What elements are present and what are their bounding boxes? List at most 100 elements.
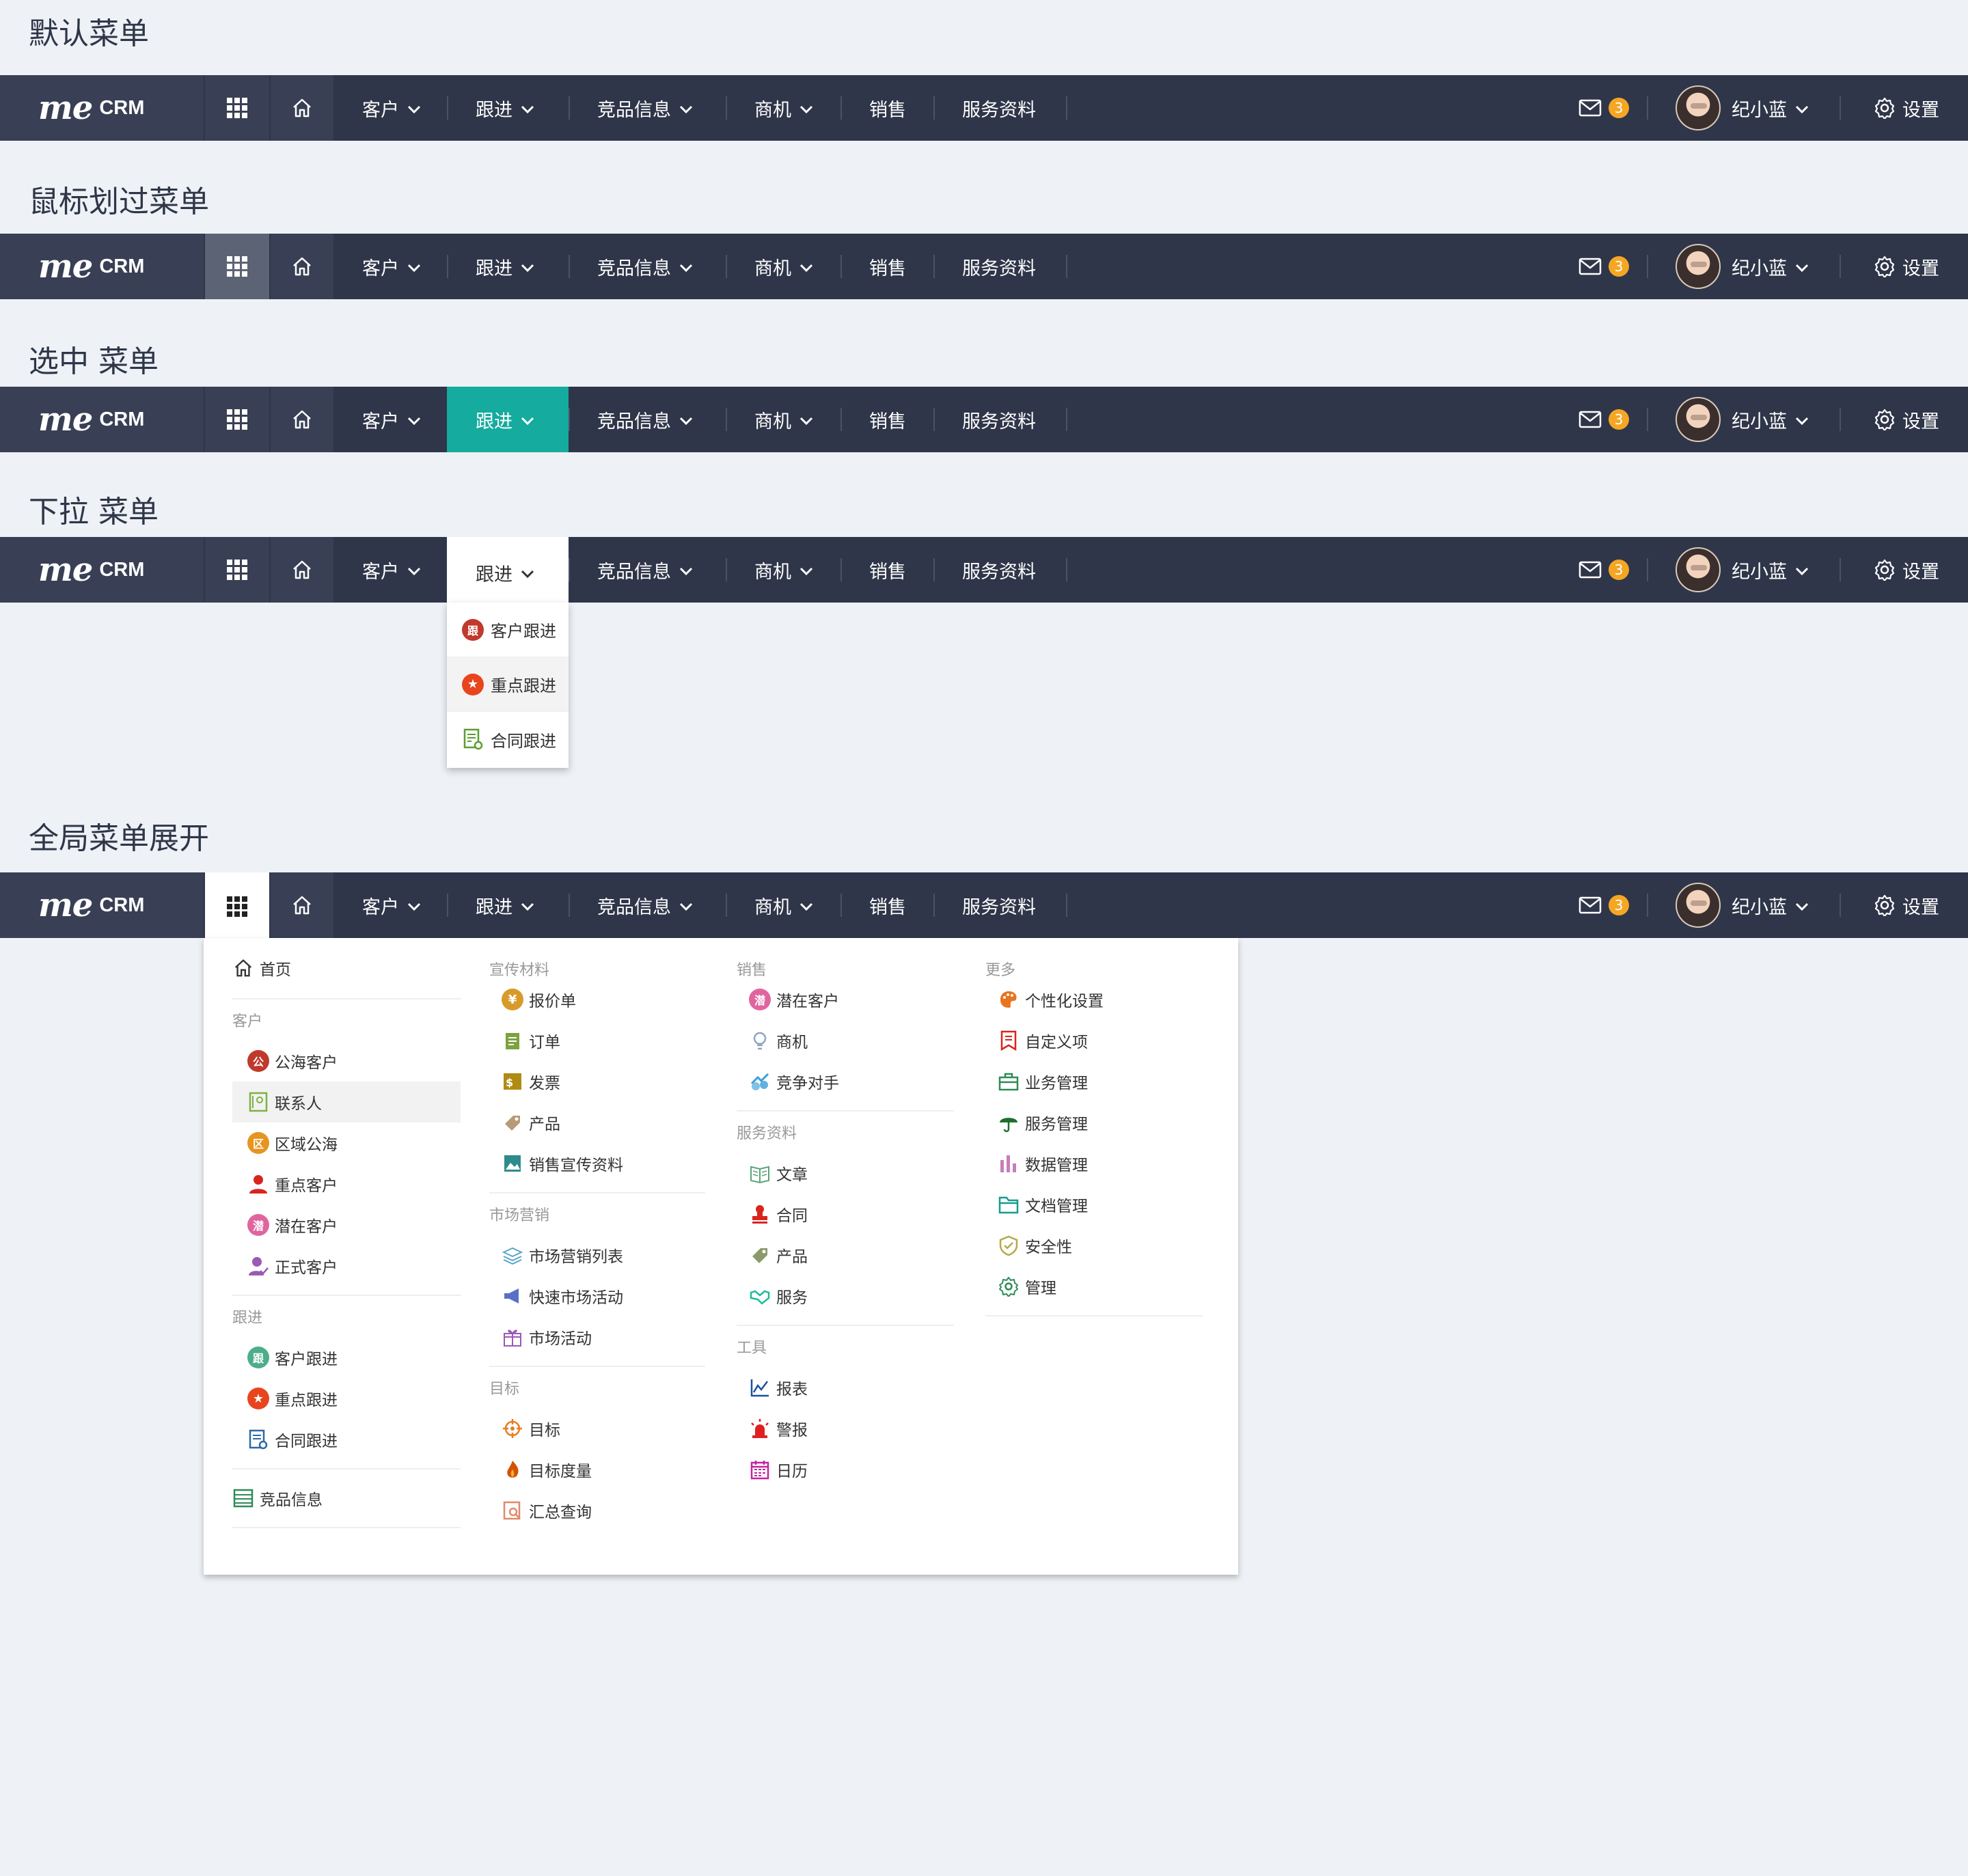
mega-menu-item[interactable]: 联系人: [232, 1081, 461, 1122]
mega-menu-item[interactable]: 快速市场活动: [489, 1275, 705, 1316]
mega-menu-item[interactable]: 订单: [489, 1020, 705, 1061]
dropdown-item-contract-follow[interactable]: 合同跟进: [447, 712, 569, 767]
logo[interactable]: me CRM: [0, 234, 204, 299]
mail-button[interactable]: 3: [1578, 537, 1629, 603]
mega-menu-item[interactable]: 潜潜在客户: [232, 1204, 461, 1245]
mega-menu-item[interactable]: 合同跟进: [232, 1419, 461, 1460]
home-button[interactable]: [269, 387, 333, 452]
user-menu[interactable]: 纪小蓝: [1676, 75, 1809, 141]
menu-competitor[interactable]: 竞品信息: [569, 234, 722, 299]
menu-customer[interactable]: 客户: [333, 387, 450, 452]
mega-menu-item[interactable]: 市场活动: [489, 1316, 705, 1357]
menu-sales[interactable]: 销售: [840, 75, 935, 141]
mega-menu-item[interactable]: 产品: [737, 1234, 954, 1275]
mega-menu-item[interactable]: 自定义项: [985, 1020, 1203, 1061]
menu-opportunity[interactable]: 商机: [726, 872, 842, 938]
home-button[interactable]: [269, 537, 333, 603]
menu-follow[interactable]: 跟进: [447, 387, 569, 452]
logo[interactable]: me CRM: [0, 387, 204, 452]
user-menu[interactable]: 纪小蓝: [1676, 537, 1809, 603]
menu-customer[interactable]: 客户: [333, 872, 450, 938]
menu-service-docs[interactable]: 服务资料: [933, 387, 1065, 452]
menu-competitor[interactable]: 竞品信息: [569, 387, 722, 452]
menu-follow[interactable]: 跟进: [447, 75, 569, 141]
mega-menu-item[interactable]: 产品: [489, 1102, 705, 1143]
menu-sales[interactable]: 销售: [840, 234, 935, 299]
mega-menu-item[interactable]: 个性化设置: [985, 979, 1203, 1020]
mega-menu-item[interactable]: 管理: [985, 1266, 1203, 1307]
menu-sales[interactable]: 销售: [840, 872, 935, 938]
mega-menu-item[interactable]: 销售宣传资料: [489, 1143, 705, 1184]
mega-menu-item[interactable]: 跟客户跟进: [232, 1337, 461, 1378]
mega-menu-item[interactable]: 目标: [489, 1408, 705, 1449]
apps-grid-button[interactable]: [204, 75, 269, 141]
menu-service-docs[interactable]: 服务资料: [933, 537, 1065, 603]
mega-menu-item[interactable]: 业务管理: [985, 1061, 1203, 1102]
mega-menu-item[interactable]: 文章: [737, 1153, 954, 1194]
menu-sales[interactable]: 销售: [840, 387, 935, 452]
user-menu[interactable]: 纪小蓝: [1676, 234, 1809, 299]
home-button[interactable]: [269, 872, 333, 938]
menu-competitor[interactable]: 竞品信息: [569, 75, 722, 141]
logo[interactable]: me CRM: [0, 537, 204, 603]
apps-grid-button[interactable]: [204, 872, 269, 941]
menu-service-docs[interactable]: 服务资料: [933, 75, 1065, 141]
menu-service-docs[interactable]: 服务资料: [933, 872, 1065, 938]
mega-menu-item[interactable]: 正式客户: [232, 1245, 461, 1286]
mega-menu-item[interactable]: 竞争对手: [737, 1061, 954, 1102]
mega-menu-item[interactable]: 文档管理: [985, 1184, 1203, 1225]
mega-menu-item[interactable]: 警报: [737, 1408, 954, 1449]
menu-follow[interactable]: 跟进: [447, 872, 569, 938]
menu-opportunity[interactable]: 商机: [726, 234, 842, 299]
logo[interactable]: me CRM: [0, 75, 204, 141]
menu-opportunity[interactable]: 商机: [726, 387, 842, 452]
mega-menu-item[interactable]: 合同: [737, 1194, 954, 1234]
mega-menu-item[interactable]: 商机: [737, 1020, 954, 1061]
menu-follow[interactable]: 跟进: [447, 234, 569, 299]
mega-menu-item[interactable]: 公公海客户: [232, 1040, 461, 1081]
mega-menu-item[interactable]: $ 发票: [489, 1061, 705, 1102]
menu-customer[interactable]: 客户: [333, 537, 450, 603]
mega-menu-item[interactable]: 区区域公海: [232, 1122, 461, 1163]
menu-sales[interactable]: 销售: [840, 537, 935, 603]
mega-menu-item[interactable]: 数据管理: [985, 1143, 1203, 1184]
menu-follow[interactable]: 跟进: [447, 537, 569, 608]
mega-menu-item[interactable]: 服务: [737, 1275, 954, 1316]
user-menu[interactable]: 纪小蓝: [1676, 872, 1809, 938]
menu-opportunity[interactable]: 商机: [726, 537, 842, 603]
mega-menu-item[interactable]: ★ 重点跟进: [232, 1378, 461, 1419]
mail-button[interactable]: 3: [1578, 75, 1629, 141]
mega-menu-item[interactable]: 市场营销列表: [489, 1234, 705, 1275]
mega-menu-item[interactable]: 报表: [737, 1367, 954, 1408]
apps-grid-button[interactable]: [204, 537, 269, 603]
mega-menu-item[interactable]: 目标度量: [489, 1449, 705, 1490]
menu-service-docs[interactable]: 服务资料: [933, 234, 1065, 299]
menu-customer[interactable]: 客户: [333, 75, 450, 141]
settings-button[interactable]: 设置: [1874, 234, 1939, 299]
settings-button[interactable]: 设置: [1874, 537, 1939, 603]
settings-button[interactable]: 设置: [1874, 387, 1939, 452]
mega-menu-item[interactable]: 安全性: [985, 1225, 1203, 1266]
mega-menu-item[interactable]: ¥ 报价单: [489, 979, 705, 1020]
menu-opportunity[interactable]: 商机: [726, 75, 842, 141]
apps-grid-button[interactable]: [204, 234, 269, 299]
mail-button[interactable]: 3: [1578, 387, 1629, 452]
mega-menu-item[interactable]: 日历: [737, 1449, 954, 1490]
user-menu[interactable]: 纪小蓝: [1676, 387, 1809, 452]
mega-item-competitor[interactable]: 竞品信息: [232, 1470, 461, 1527]
menu-competitor[interactable]: 竞品信息: [569, 537, 722, 603]
home-button[interactable]: [269, 75, 333, 141]
apps-grid-button[interactable]: [204, 387, 269, 452]
settings-button[interactable]: 设置: [1874, 75, 1939, 141]
settings-button[interactable]: 设置: [1874, 872, 1939, 938]
home-button[interactable]: [269, 234, 333, 299]
mega-menu-item[interactable]: 服务管理: [985, 1102, 1203, 1143]
mega-menu-item[interactable]: 潜潜在客户: [737, 979, 954, 1020]
menu-customer[interactable]: 客户: [333, 234, 450, 299]
mail-button[interactable]: 3: [1578, 234, 1629, 299]
mega-menu-item[interactable]: 汇总查询: [489, 1490, 705, 1531]
mega-menu-item[interactable]: 重点客户: [232, 1163, 461, 1204]
dropdown-item-customer-follow[interactable]: 跟 客户跟进: [447, 603, 569, 657]
mail-button[interactable]: 3: [1578, 872, 1629, 938]
logo[interactable]: me CRM: [0, 872, 204, 938]
